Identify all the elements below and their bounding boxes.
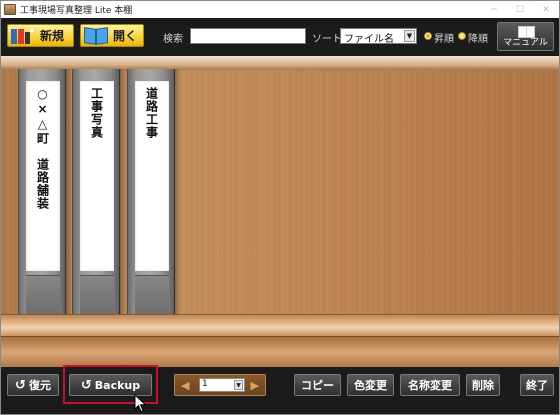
search-label: 検索 <box>163 34 183 45</box>
app-icon <box>4 4 16 15</box>
binder-label: 道路工事 <box>135 81 169 271</box>
ascending-radio[interactable] <box>424 32 432 40</box>
open-book-icon <box>84 26 110 45</box>
manual-button-label: マニュアル <box>503 38 548 48</box>
open-button-label: 開く <box>113 29 138 43</box>
main-toolbar: ✦ 新規 開く 検索 ソート ファイル名 ▼ 昇順 降順 マニュアル <box>1 18 559 56</box>
new-binder-icon: ✦ <box>11 24 37 45</box>
window-controls: ─ ☐ ✕ <box>481 1 559 18</box>
maximize-button[interactable]: ☐ <box>507 1 533 18</box>
new-button[interactable]: ✦ 新規 <box>7 24 74 47</box>
binder-label: ○×△町 道路舗装 <box>26 81 60 271</box>
descending-radio[interactable] <box>458 32 466 40</box>
minimize-button[interactable]: ─ <box>481 1 507 18</box>
restore-button[interactable]: ↺ 復元 <box>7 374 59 396</box>
binder-foot <box>135 275 169 314</box>
chevron-down-icon[interactable]: ▼ <box>234 380 243 390</box>
binder[interactable]: 道路工事 <box>127 69 180 314</box>
shelf-top-edge <box>1 56 559 70</box>
close-button[interactable]: ✕ <box>533 1 559 18</box>
copy-button[interactable]: コピー <box>294 374 341 396</box>
page-selector: ◀ 1 ▼ ▶ <box>174 374 266 396</box>
exit-button[interactable]: 終了 <box>520 374 554 396</box>
sort-label: ソート <box>312 34 342 45</box>
color-change-button[interactable]: 色変更 <box>347 374 394 396</box>
mouse-cursor-icon <box>134 394 147 413</box>
binder-label: 工事写真 <box>80 81 114 271</box>
ascending-label[interactable]: 昇順 <box>434 30 454 45</box>
page-select-value: 1 <box>202 379 208 389</box>
descending-label[interactable]: 降順 <box>468 30 488 45</box>
binder-title: 工事写真 <box>89 87 104 139</box>
title-bar: 工事現場写真整理 Lite 本棚 ─ ☐ ✕ <box>1 1 559 18</box>
binder[interactable]: ○×△町 道路舗装 <box>18 69 71 314</box>
app-window: 工事現場写真整理 Lite 本棚 ─ ☐ ✕ ✦ 新規 開く 検索 ソート ファ… <box>0 0 560 415</box>
delete-button[interactable]: 削除 <box>466 374 500 396</box>
shelf-board <box>1 314 559 336</box>
shelf-front <box>1 336 559 367</box>
chevron-down-icon[interactable]: ▼ <box>404 30 415 42</box>
restore-arrow-icon: ↺ <box>15 377 26 393</box>
sort-select-value: ファイル名 <box>344 34 394 45</box>
binder-foot <box>26 275 60 314</box>
binder[interactable]: 工事写真 <box>72 69 125 314</box>
sort-select[interactable]: ファイル名 ▼ <box>340 28 417 45</box>
page-select[interactable]: 1 ▼ <box>199 378 245 392</box>
binder-foot <box>80 275 114 314</box>
window-title: 工事現場写真整理 Lite 本棚 <box>20 6 133 16</box>
next-page-icon[interactable]: ▶ <box>251 379 259 392</box>
prev-page-icon[interactable]: ◀ <box>181 379 189 392</box>
binder-title: 道路工事 <box>144 87 159 139</box>
manual-button[interactable]: マニュアル <box>497 22 554 51</box>
open-button[interactable]: 開く <box>80 24 144 47</box>
bookshelf: ○×△町 道路舗装 工事写真 道路工事 <box>1 56 559 367</box>
search-input[interactable] <box>190 28 306 44</box>
binder-title: ○×△町 道路舗装 <box>35 87 50 210</box>
restore-button-label: 復元 <box>28 379 51 392</box>
rename-button[interactable]: 名称変更 <box>400 374 460 396</box>
new-button-label: 新規 <box>40 29 65 43</box>
